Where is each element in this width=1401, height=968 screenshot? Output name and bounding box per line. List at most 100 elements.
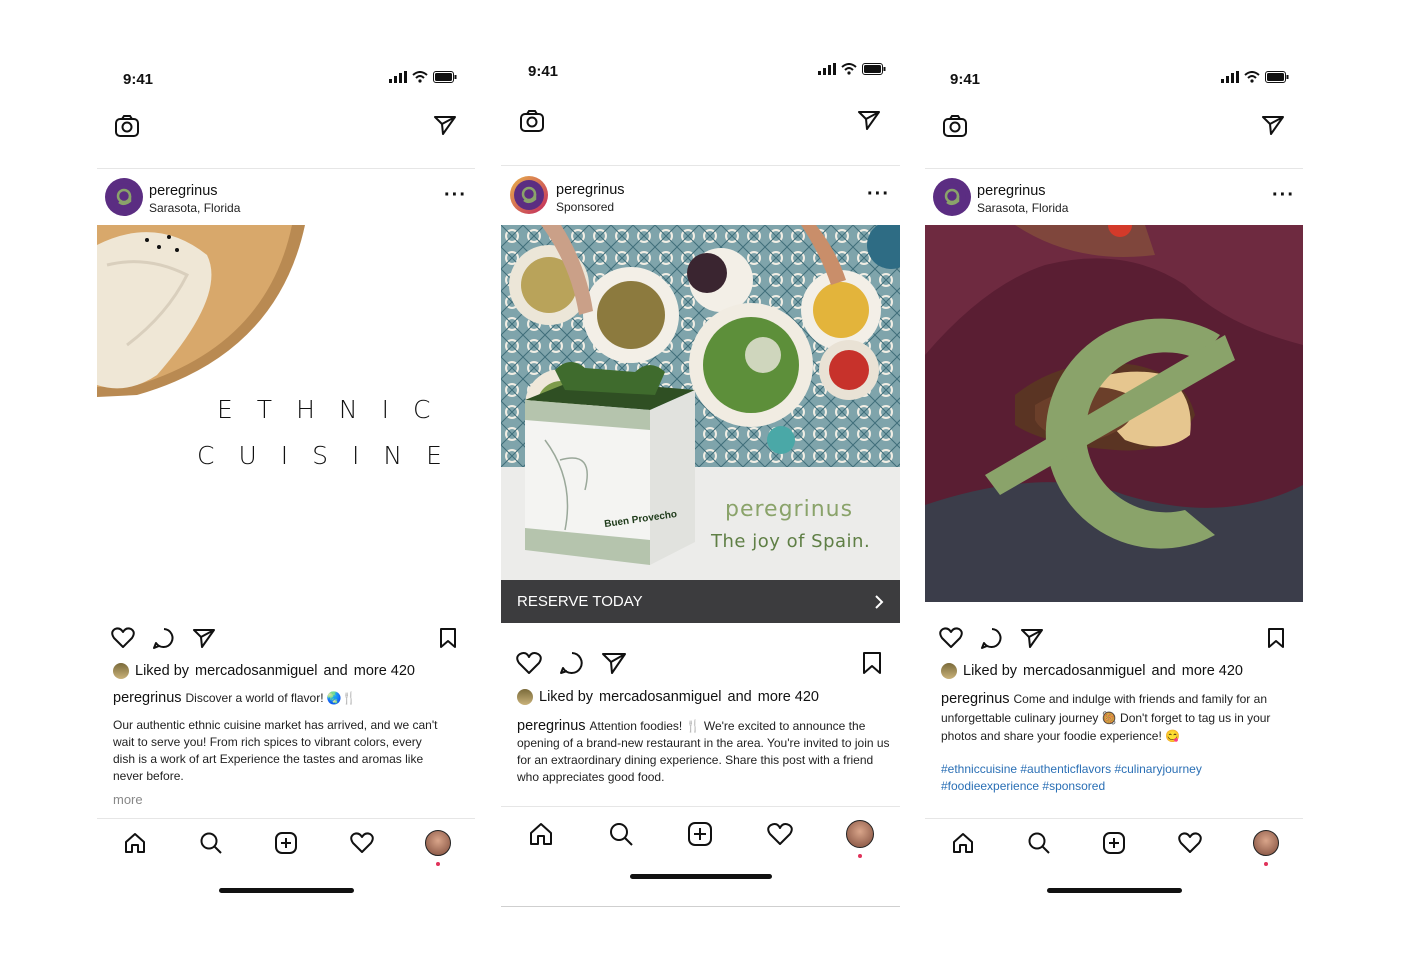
battery-icon (433, 71, 457, 83)
takeaway-box-image (525, 361, 695, 565)
ad-tagline: The joy of Spain. (711, 531, 871, 552)
search-icon[interactable] (608, 821, 634, 847)
divider (925, 818, 1303, 819)
more-options-icon[interactable]: ··· (867, 184, 890, 204)
search-icon[interactable] (199, 831, 223, 855)
more-options-icon[interactable]: ··· (444, 185, 467, 205)
caption-head: peregrinus Discover a world of flavor! 🌏🍴 (113, 690, 453, 707)
liker-avatar[interactable] (941, 663, 957, 679)
bookmark-icon[interactable] (861, 651, 883, 675)
notification-dot (1264, 862, 1268, 866)
liked-by-label: Liked by (963, 663, 1018, 679)
signal-icon (1221, 71, 1239, 83)
hashtags[interactable]: #ethniccuisine #authenticflavors #culina… (941, 761, 1241, 795)
liker-avatar[interactable] (517, 689, 533, 705)
dumpling-bowl-image (97, 225, 305, 397)
image-text-ethnic: ETHNIC (217, 395, 455, 424)
send-icon[interactable] (1261, 114, 1285, 136)
signal-icon (389, 71, 407, 83)
share-icon[interactable] (601, 651, 627, 675)
liked-and-label: and (1151, 663, 1176, 679)
reserve-today-button[interactable]: RESERVE TODAY (501, 580, 900, 623)
camera-icon[interactable] (114, 114, 140, 138)
post-location[interactable]: Sarasota, Florida (149, 201, 240, 215)
search-icon[interactable] (1027, 831, 1051, 855)
home-indicator[interactable] (219, 888, 354, 893)
liker-avatar[interactable] (113, 663, 129, 679)
post-username[interactable]: peregrinus (149, 183, 218, 199)
caption-username[interactable]: peregrinus (113, 690, 182, 706)
heart-icon[interactable] (939, 627, 963, 649)
home-icon[interactable] (951, 831, 975, 855)
send-icon[interactable] (857, 109, 881, 131)
divider (501, 806, 900, 807)
peregrinus-logo-icon (110, 183, 138, 211)
add-post-icon[interactable] (274, 831, 298, 855)
post-location[interactable]: Sarasota, Florida (977, 201, 1068, 215)
chevron-right-icon (875, 594, 884, 609)
post-username[interactable]: peregrinus (556, 182, 625, 198)
phone-screen-2: 9:41 peregrinus Sponsored ··· Buen Prove… (501, 0, 900, 968)
activity-heart-icon[interactable] (1177, 831, 1202, 855)
home-icon[interactable] (528, 821, 554, 847)
comment-icon[interactable] (980, 627, 1004, 649)
post-image: Buen Provecho peregrinus The joy of Spai… (501, 225, 900, 580)
profile-avatar[interactable] (1253, 830, 1279, 866)
more-options-icon[interactable]: ··· (1272, 185, 1295, 205)
image-text-cuisine: CUISINE (197, 441, 466, 470)
caption-username[interactable]: peregrinus (941, 691, 1010, 707)
wifi-icon (412, 71, 428, 83)
post-image: ETHNIC CUISINE (97, 225, 475, 603)
divider (501, 165, 900, 166)
likes-count-link[interactable]: more 420 (758, 689, 819, 705)
add-post-icon[interactable] (1102, 831, 1126, 855)
camera-icon[interactable] (942, 114, 968, 138)
divider (97, 168, 475, 169)
home-indicator[interactable] (630, 874, 772, 879)
liked-and-label: and (727, 689, 752, 705)
home-icon[interactable] (123, 831, 147, 855)
divider (501, 906, 900, 907)
avatar[interactable] (933, 178, 971, 216)
home-indicator[interactable] (1047, 888, 1182, 893)
avatar[interactable] (510, 176, 548, 214)
ad-brand-name: peregrinus (725, 497, 854, 522)
comment-icon[interactable] (559, 651, 585, 675)
peregrinus-logo-icon (514, 180, 544, 210)
liked-user-link[interactable]: mercadosanmiguel (599, 689, 722, 705)
battery-icon (862, 63, 886, 75)
activity-heart-icon[interactable] (349, 831, 374, 855)
post-image (925, 225, 1303, 602)
likes-count-link[interactable]: more 420 (354, 663, 415, 679)
share-icon[interactable] (1020, 627, 1044, 649)
likes-count-link[interactable]: more 420 (1182, 663, 1243, 679)
add-post-icon[interactable] (687, 821, 713, 847)
heart-icon[interactable] (111, 627, 135, 649)
bottom-nav (951, 830, 1279, 866)
bookmark-icon[interactable] (438, 627, 458, 649)
send-icon[interactable] (433, 114, 457, 136)
liked-user-link[interactable]: mercadosanmiguel (1023, 663, 1146, 679)
divider (925, 168, 1303, 169)
liked-by-line: Liked by mercadosanmiguel and more 420 (517, 689, 819, 705)
caption-more-link[interactable]: more (113, 792, 143, 807)
wifi-icon (841, 63, 857, 75)
heart-icon[interactable] (516, 651, 542, 675)
battery-icon (1265, 71, 1289, 83)
comment-icon[interactable] (152, 627, 176, 649)
bookmark-icon[interactable] (1266, 627, 1286, 649)
peregrinus-logo-icon (938, 183, 966, 211)
phone-screen-1: 9:41 peregrinus Sarasota, Florida ··· ET… (97, 0, 475, 968)
avatar[interactable] (105, 178, 143, 216)
cta-label: RESERVE TODAY (517, 593, 643, 610)
profile-avatar[interactable] (425, 830, 451, 866)
liked-by-label: Liked by (135, 663, 190, 679)
share-icon[interactable] (192, 627, 216, 649)
post-username[interactable]: peregrinus (977, 183, 1046, 199)
profile-avatar[interactable] (846, 820, 874, 858)
caption-username[interactable]: peregrinus (517, 718, 586, 734)
status-time: 9:41 (123, 71, 154, 88)
camera-icon[interactable] (519, 109, 545, 133)
activity-heart-icon[interactable] (766, 821, 793, 847)
liked-user-link[interactable]: mercadosanmiguel (195, 663, 318, 679)
